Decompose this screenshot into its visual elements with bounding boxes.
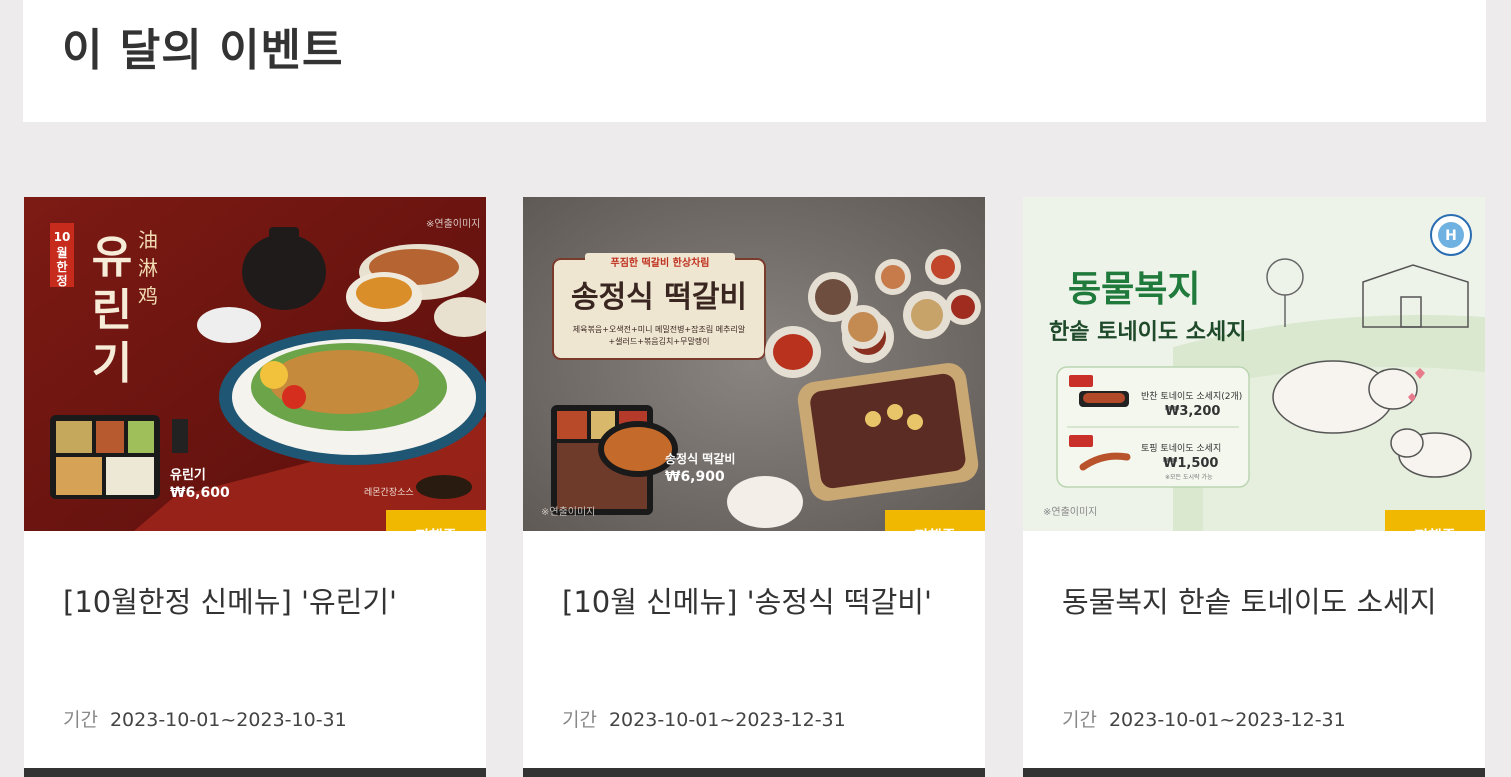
svg-text:송정식 떡갈비: 송정식 떡갈비 <box>665 451 735 466</box>
svg-text:+샐러드+볶음김치+무말랭이: +샐러드+볶음김치+무말랭이 <box>608 336 709 346</box>
sausage-banner: H 동물복지 한솥 토네이도 소세지 반찬 토네이도 소세지(2개) ₩3,20… <box>1023 197 1485 531</box>
watermark: ※연출이미지 <box>426 218 480 230</box>
svg-text:※연출이미지: ※연출이미지 <box>1043 506 1097 518</box>
svg-text:송정식 떡갈비: 송정식 떡갈비 <box>571 280 747 315</box>
status-badge: 진행중 <box>386 510 486 531</box>
svg-text:淋: 淋 <box>138 256 158 280</box>
svg-text:정: 정 <box>56 273 67 288</box>
event-image-yurinki: 10 월 한 정 유 린 기 油 淋 鸡 ※연출이미지 유린기 ₩6,600 레… <box>24 197 486 531</box>
card-title[interactable]: [10월 신메뉴] '송정식 떡갈비' <box>562 579 932 621</box>
tteokgalbi-banner: 푸짐한 떡갈비 한상차림 송정식 떡갈비 제육볶음+오색전+미니 메밀전병+잡조… <box>523 197 985 531</box>
svg-text:월: 월 <box>56 245 67 260</box>
svg-text:유: 유 <box>92 232 132 283</box>
svg-text:鸡: 鸡 <box>138 284 158 308</box>
svg-text:₩1,500: ₩1,500 <box>1163 456 1218 471</box>
event-card-tteokgalbi[interactable]: 푸짐한 떡갈비 한상차림 송정식 떡갈비 제육볶음+오색전+미니 메밀전병+잡조… <box>523 197 985 777</box>
period-label: 기간 <box>562 709 597 731</box>
card-title[interactable]: [10월한정 신메뉴] '유린기' <box>63 579 397 621</box>
status-badge: 진행중 <box>1385 510 1485 531</box>
svg-text:한: 한 <box>56 259 67 274</box>
svg-text:동물복지: 동물복지 <box>1068 269 1200 310</box>
event-period: 기간 2023-10-01~2023-10-31 <box>63 705 347 732</box>
event-period: 기간 2023-10-01~2023-12-31 <box>562 705 846 732</box>
page-header: 이 달의 이벤트 <box>23 0 1486 122</box>
period-value: 2023-10-01~2023-12-31 <box>1108 709 1346 731</box>
svg-text:반찬 토네이도 소세지(2개): 반찬 토네이도 소세지(2개) <box>1141 391 1242 402</box>
card-title[interactable]: 동물복지 한솥 토네이도 소세지 <box>1062 579 1437 621</box>
svg-text:₩6,900: ₩6,900 <box>665 469 725 485</box>
vertical-label-char1: 10 <box>54 230 71 244</box>
svg-text:※연출이미지: ※연출이미지 <box>541 506 595 518</box>
event-image-tteokgalbi: 푸짐한 떡갈비 한상차림 송정식 떡갈비 제육볶음+오색전+미니 메밀전병+잡조… <box>523 197 985 531</box>
svg-text:H: H <box>1445 228 1457 244</box>
event-card-yurinki[interactable]: 10 월 한 정 유 린 기 油 淋 鸡 ※연출이미지 유린기 ₩6,600 레… <box>24 197 486 777</box>
svg-text:토핑 토네이도 소세지: 토핑 토네이도 소세지 <box>1141 443 1221 454</box>
period-value: 2023-10-01~2023-12-31 <box>608 709 846 731</box>
svg-text:제육볶음+오색전+미니 메밀전병+잡조림 메추리알: 제육볶음+오색전+미니 메밀전병+잡조림 메추리알 <box>573 324 746 334</box>
svg-text:한솥 토네이도 소세지: 한솥 토네이도 소세지 <box>1049 320 1246 345</box>
svg-text:油: 油 <box>138 228 158 252</box>
svg-text:₩3,200: ₩3,200 <box>1165 404 1220 419</box>
status-badge: 진행중 <box>885 510 985 531</box>
svg-text:※모든 도시락 가능: ※모든 도시락 가능 <box>1165 473 1213 481</box>
yurinki-banner: 10 월 한 정 유 린 기 油 淋 鸡 ※연출이미지 유린기 ₩6,600 레… <box>24 197 486 531</box>
event-image-sausage: H 동물복지 한솥 토네이도 소세지 반찬 토네이도 소세지(2개) ₩3,20… <box>1023 197 1485 531</box>
svg-text:푸짐한 떡갈비 한상차림: 푸짐한 떡갈비 한상차림 <box>611 256 710 269</box>
svg-text:기: 기 <box>92 338 132 389</box>
svg-text:유린기: 유린기 <box>170 467 206 483</box>
page-title: 이 달의 이벤트 <box>62 25 344 76</box>
period-value: 2023-10-01~2023-10-31 <box>109 709 347 731</box>
event-card-sausage[interactable]: H 동물복지 한솥 토네이도 소세지 반찬 토네이도 소세지(2개) ₩3,20… <box>1023 197 1485 777</box>
svg-text:₩6,600: ₩6,600 <box>170 485 230 501</box>
event-period: 기간 2023-10-01~2023-12-31 <box>1062 705 1346 732</box>
period-label: 기간 <box>1062 709 1097 731</box>
svg-text:린: 린 <box>92 285 132 336</box>
svg-text:레몬간장소스: 레몬간장소스 <box>364 487 414 498</box>
period-label: 기간 <box>63 709 98 731</box>
